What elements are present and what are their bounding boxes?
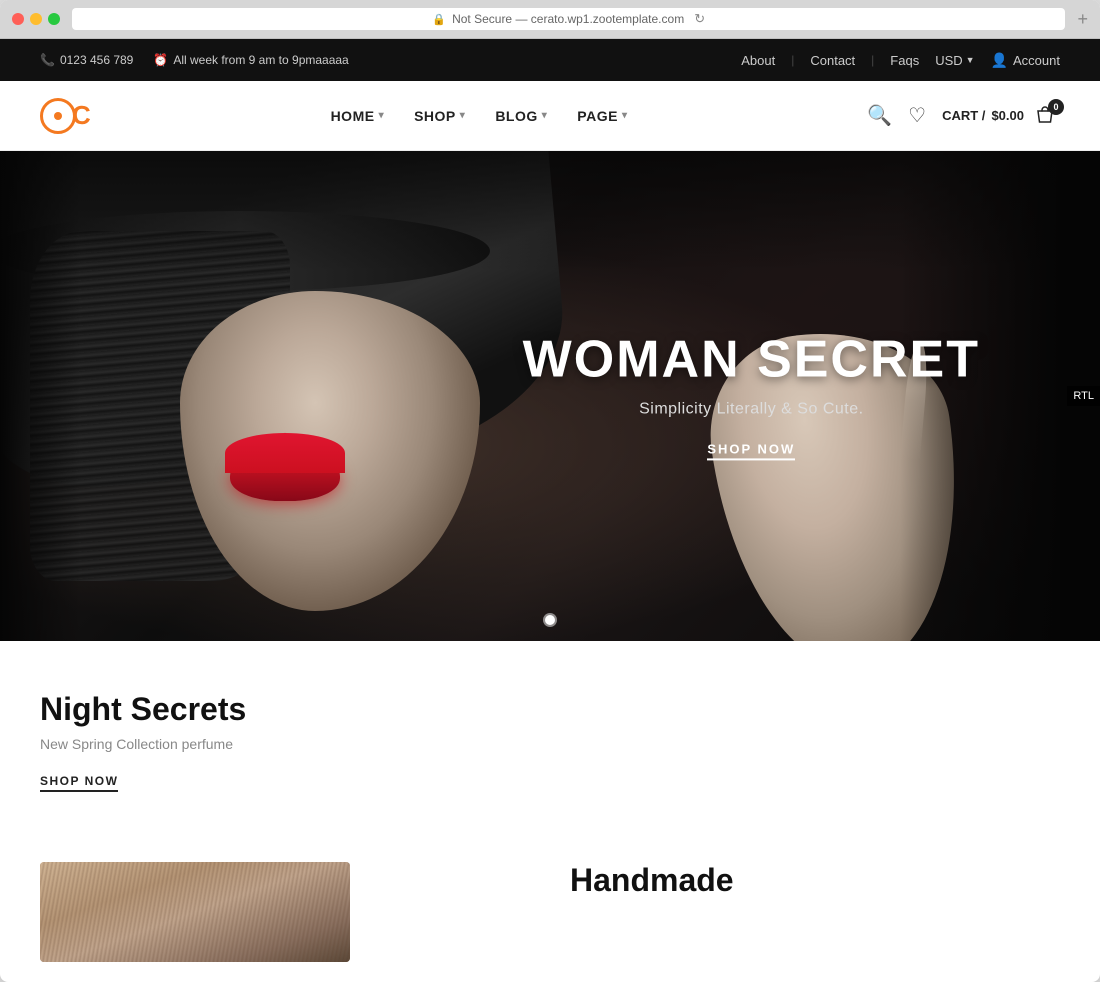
nav-actions: 🔍 ♡ CART / $0.00 0	[867, 101, 1060, 131]
phone-icon: 📞	[40, 53, 55, 67]
hero-subtitle: Simplicity Literally & So Cute.	[523, 401, 980, 419]
cart-badge: 0	[1048, 99, 1064, 115]
hero-title: WOMAN SECRET	[523, 331, 980, 388]
logo-circle	[40, 98, 76, 134]
hours-text: All week from 9 am to 9pmaaaaa	[173, 53, 348, 67]
clock-icon: ⏰	[153, 53, 168, 67]
handmade-title: Handmade	[570, 862, 1060, 899]
new-tab-button[interactable]: +	[1077, 9, 1088, 30]
product-texture	[40, 862, 350, 962]
product-card-1	[40, 862, 530, 962]
nav-links: HOME ▾ SHOP ▾ BLOG ▾ PAGE ▾	[331, 108, 628, 124]
vignette-top	[0, 151, 1100, 271]
nav-shop-label: SHOP	[414, 108, 456, 124]
browser-chrome: 🔒 Not Secure — cerato.wp1.zootemplate.co…	[0, 0, 1100, 39]
bottom-grid: Handmade	[0, 862, 1100, 982]
maximize-dot[interactable]	[48, 13, 60, 25]
logo-dot	[54, 112, 62, 120]
hero-background: WOMAN SECRET Simplicity Literally & So C…	[0, 151, 1100, 641]
account-label: Account	[1013, 53, 1060, 68]
shop-chevron-icon: ▾	[460, 110, 466, 121]
close-dot[interactable]	[12, 13, 24, 25]
nav-blog[interactable]: BLOG ▾	[495, 108, 547, 124]
blog-chevron-icon: ▾	[542, 110, 548, 121]
logo[interactable]: C	[40, 98, 91, 134]
hero-slider: WOMAN SECRET Simplicity Literally & So C…	[0, 151, 1100, 641]
phone-item: 📞 0123 456 789	[40, 53, 133, 67]
lips-upper2-visual	[225, 433, 345, 473]
currency-dropdown[interactable]: USD ▼	[935, 53, 974, 68]
main-nav: C HOME ▾ SHOP ▾ BLOG ▾ PAGE ▾ 🔍 ♡	[0, 81, 1100, 151]
cart-bag-icon: 0	[1030, 101, 1060, 131]
currency-label: USD	[935, 53, 962, 68]
page-chevron-icon: ▾	[622, 110, 628, 121]
refresh-icon: ↻	[694, 11, 705, 27]
hero-content: WOMAN SECRET Simplicity Literally & So C…	[523, 331, 980, 460]
lock-icon: 🔒	[432, 13, 446, 26]
nav-home-label: HOME	[331, 108, 375, 124]
account-icon: 👤	[991, 52, 1008, 69]
address-text: Not Secure — cerato.wp1.zootemplate.com	[452, 12, 684, 26]
browser-window: 🔒 Not Secure — cerato.wp1.zootemplate.co…	[0, 0, 1100, 982]
about-link[interactable]: About	[741, 53, 775, 68]
section-subtitle: New Spring Collection perfume	[40, 736, 1060, 752]
phone-number: 0123 456 789	[60, 53, 133, 67]
product-image-1	[40, 862, 350, 962]
top-bar-right: About | Contact | Faqs USD ▼ 👤 Account	[741, 52, 1060, 69]
home-chevron-icon: ▾	[379, 110, 385, 121]
cart-button[interactable]: CART / $0.00 0	[942, 101, 1060, 131]
slider-dots	[545, 615, 555, 625]
faqs-link[interactable]: Faqs	[890, 53, 919, 68]
browser-dots	[12, 13, 60, 25]
section-title: Night Secrets	[40, 691, 1060, 728]
cart-price: $0.00	[991, 108, 1024, 123]
nav-page[interactable]: PAGE ▾	[577, 108, 627, 124]
cart-label: CART /	[942, 108, 985, 123]
contact-link[interactable]: Contact	[810, 53, 855, 68]
search-icon[interactable]: 🔍	[867, 103, 892, 128]
wishlist-icon[interactable]: ♡	[908, 103, 926, 128]
account-button[interactable]: 👤 Account	[991, 52, 1060, 69]
hours-item: ⏰ All week from 9 am to 9pmaaaaa	[153, 53, 348, 67]
product-card-2: Handmade	[570, 862, 1060, 962]
top-bar: 📞 0123 456 789 ⏰ All week from 9 am to 9…	[0, 39, 1100, 81]
nav-page-label: PAGE	[577, 108, 618, 124]
address-bar[interactable]: 🔒 Not Secure — cerato.wp1.zootemplate.co…	[72, 8, 1065, 30]
nav-home[interactable]: HOME ▾	[331, 108, 385, 124]
rtl-button[interactable]: RTL	[1067, 386, 1100, 406]
slider-dot-1[interactable]	[545, 615, 555, 625]
currency-chevron-icon: ▼	[966, 55, 975, 65]
section-cta-button[interactable]: SHOP NOW	[40, 774, 118, 792]
minimize-dot[interactable]	[30, 13, 42, 25]
top-bar-left: 📞 0123 456 789 ⏰ All week from 9 am to 9…	[40, 53, 349, 67]
nav-blog-label: BLOG	[495, 108, 537, 124]
content-section: Night Secrets New Spring Collection perf…	[0, 641, 1100, 822]
nav-shop[interactable]: SHOP ▾	[414, 108, 465, 124]
hero-cta-button[interactable]: SHOP NOW	[707, 442, 795, 461]
